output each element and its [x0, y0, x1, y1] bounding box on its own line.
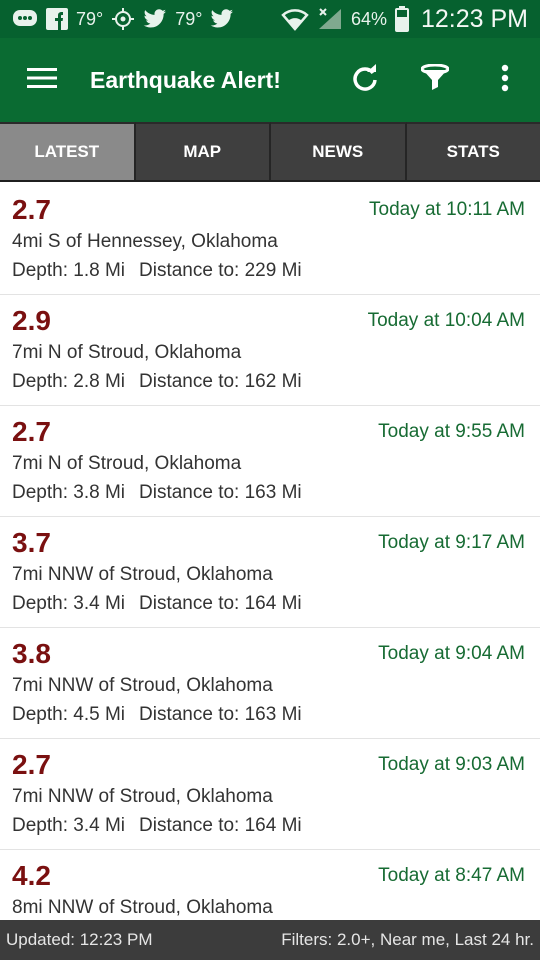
quake-location: 8mi NNW of Stroud, Oklahoma	[12, 897, 273, 918]
list-item[interactable]: 3.8 Today at 9:04 AM 7mi NNW of Stroud, …	[0, 628, 540, 739]
twitter-icon	[143, 9, 167, 29]
battery-percent: 64%	[350, 8, 387, 29]
quake-location: 7mi NNW of Stroud, Oklahoma	[12, 564, 273, 585]
more-vert-icon	[501, 64, 509, 97]
refresh-button[interactable]	[330, 38, 400, 122]
quake-distance: Distance to: 164 Mi	[139, 815, 302, 836]
tab-bar: LATEST MAP NEWS STATS	[0, 122, 540, 182]
status-temp-2: 79°	[175, 8, 203, 29]
quake-location: 7mi NNW of Stroud, Oklahoma	[12, 786, 273, 807]
quake-depth: Depth: 3.8 Mi	[12, 482, 125, 503]
list-item[interactable]: 4.2 Today at 8:47 AM 8mi NNW of Stroud, …	[0, 850, 540, 920]
list-item[interactable]: 3.7 Today at 9:17 AM 7mi NNW of Stroud, …	[0, 517, 540, 628]
quake-time: Today at 9:17 AM	[378, 532, 525, 553]
menu-icon	[27, 66, 57, 95]
status-footer: Updated: 12:23 PM Filters: 2.0+, Near me…	[0, 920, 540, 960]
quake-distance: Distance to: 164 Mi	[139, 593, 302, 614]
tab-latest[interactable]: LATEST	[0, 122, 136, 180]
menu-button[interactable]	[0, 38, 84, 122]
status-clock: 12:23 PM	[420, 4, 528, 33]
list-item[interactable]: 2.7 Today at 9:55 AM 7mi N of Stroud, Ok…	[0, 406, 540, 517]
facebook-icon	[46, 8, 68, 30]
list-item[interactable]: 2.7 Today at 9:03 AM 7mi NNW of Stroud, …	[0, 739, 540, 850]
tab-news[interactable]: NEWS	[271, 122, 407, 180]
filter-icon	[420, 63, 450, 97]
quake-distance: Distance to: 163 Mi	[139, 704, 302, 725]
more-options-button[interactable]	[470, 38, 540, 122]
quake-time: Today at 9:03 AM	[378, 754, 525, 775]
app-title: Earthquake Alert!	[90, 66, 281, 93]
status-bar: 79° 79° 64% 12:23 PM	[0, 0, 540, 38]
twitter-icon	[210, 9, 234, 29]
quake-time: Today at 10:04 AM	[367, 310, 525, 331]
tab-stats[interactable]: STATS	[406, 122, 540, 180]
quake-time: Today at 10:11 AM	[369, 199, 525, 220]
tab-map[interactable]: MAP	[135, 122, 271, 180]
wifi-icon	[281, 7, 309, 31]
filters-summary[interactable]: Filters: 2.0+, Near me, Last 24 hr.	[281, 930, 534, 950]
quake-depth: Depth: 4.5 Mi	[12, 704, 125, 725]
quake-depth: Depth: 1.8 Mi	[12, 260, 125, 281]
quake-location: 4mi S of Hennessey, Oklahoma	[12, 231, 278, 252]
signal-icon	[317, 7, 343, 31]
quake-distance: Distance to: 162 Mi	[139, 371, 302, 392]
location-target-icon	[111, 7, 135, 31]
quake-location: 7mi NNW of Stroud, Oklahoma	[12, 675, 273, 696]
quake-depth: Depth: 3.4 Mi	[12, 815, 125, 836]
quake-distance: Distance to: 229 Mi	[139, 260, 302, 281]
refresh-icon	[351, 63, 379, 97]
quake-time: Today at 9:55 AM	[378, 421, 525, 442]
quake-distance: Distance to: 163 Mi	[139, 482, 302, 503]
quake-location: 7mi N of Stroud, Oklahoma	[12, 453, 242, 474]
list-item[interactable]: 2.9 Today at 10:04 AM 7mi N of Stroud, O…	[0, 295, 540, 406]
quake-location: 7mi N of Stroud, Oklahoma	[12, 342, 242, 363]
updated-time: Updated: 12:23 PM	[6, 930, 153, 949]
earthquake-list: 2.7 Today at 10:11 AM 4mi S of Hennessey…	[0, 184, 540, 920]
app-bar: Earthquake Alert!	[0, 38, 540, 122]
list-item[interactable]: 2.7 Today at 10:11 AM 4mi S of Hennessey…	[0, 184, 540, 295]
battery-icon	[394, 6, 409, 32]
status-temp-1: 79°	[76, 8, 104, 29]
chat-icon	[12, 8, 38, 30]
quake-time: Today at 8:47 AM	[378, 865, 525, 886]
filter-button[interactable]	[400, 38, 470, 122]
quake-time: Today at 9:04 AM	[378, 643, 525, 664]
quake-depth: Depth: 3.4 Mi	[12, 593, 125, 614]
quake-depth: Depth: 2.8 Mi	[12, 371, 125, 392]
